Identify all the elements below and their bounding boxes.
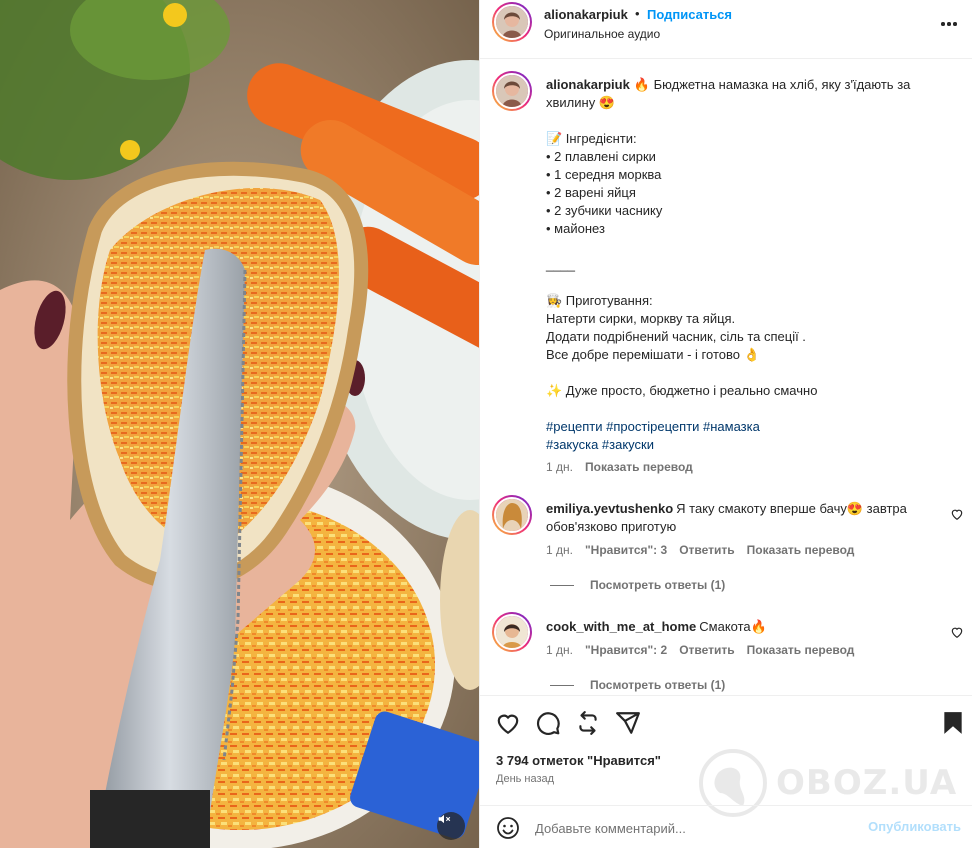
post-media[interactable] [0,0,479,848]
caption-line [546,364,958,382]
more-options-icon[interactable] [939,14,959,34]
view-replies-label: Посмотреть ответы (1) [590,578,726,592]
emoji-icon[interactable] [496,816,520,840]
commenter-photo [496,499,528,531]
repost-icon[interactable] [575,710,601,736]
post-caption: alionakarpiuk 🔥 Бюджетна намазка на хліб,… [546,76,958,454]
comment-body: cook_with_me_at_home Смакота🔥 [546,618,946,636]
comment-body: emiliya.yevtushenko Я таку смакоту вперше… [546,500,946,536]
caption-line: Натерти сирки, моркву та яйця. [546,311,736,326]
replies-dash [550,684,574,686]
speaker-muted-icon [438,814,451,824]
author-username[interactable]: alionakarpiuk [544,7,628,22]
caption-line: ____ [546,257,575,272]
caption-line: 📝 Інгредієнти: [546,131,637,146]
commenter-avatar[interactable] [492,495,532,535]
post-actions: 3 794 отметок "Нравится" День назад [480,695,972,805]
hashtags[interactable]: #закуска #закуски [546,436,958,454]
share-icon[interactable] [615,710,641,736]
author-photo [496,75,528,107]
caption-line: 👩‍🍳 Приготування: [546,293,653,308]
comment-text: Смакота🔥 [699,619,767,634]
caption-line: • 2 варені яйця [546,185,636,200]
view-replies-label: Посмотреть ответы (1) [590,678,726,692]
publish-button[interactable]: Опубликовать [868,819,961,834]
reply-button[interactable]: Ответить [679,543,734,557]
replies-dash [550,584,574,586]
caption-line [546,238,958,256]
caption-line: • 2 зубчики часнику [546,203,663,218]
follow-button[interactable]: Подписаться [647,7,732,22]
comment-time[interactable]: 1 дн. [546,643,573,657]
translate-button[interactable]: Показать перевод [747,543,855,557]
comment-meta: 1 дн. "Нравится": 3 Ответить Показать перев… [546,543,866,557]
translate-button[interactable]: Показать перевод [747,643,855,657]
caption-line: Все добре перемішати - і готово 👌 [546,347,760,362]
hashtags[interactable]: #рецепти #простірецепти #намазка [546,418,958,436]
caption-time[interactable]: 1 дн. [546,460,573,474]
comment-like-heart-icon[interactable] [950,625,964,639]
comment-icon[interactable] [535,710,561,736]
comment-likes[interactable]: "Нравится": 2 [585,643,667,657]
caption-line: ✨ Дуже просто, бюджетно і реально смачно [546,383,818,398]
comment-like-heart-icon[interactable] [950,507,964,521]
view-replies-button[interactable]: Посмотреть ответы (1) [550,678,725,692]
comment-time[interactable]: 1 дн. [546,543,573,557]
caption-line [546,274,958,292]
view-replies-button[interactable]: Посмотреть ответы (1) [550,578,725,592]
caption-meta: 1 дн. Показать перевод [546,460,705,474]
caption-line: • 1 середня морква [546,167,662,182]
caption-line: Додати подрібнений часник, сіль та спеці… [546,329,806,344]
post-side-panel: alionakarpiuk • Подписаться Оригинальное… [479,0,972,848]
separator-dot: • [635,6,640,21]
heart-icon[interactable] [495,710,521,736]
comment-meta: 1 дн. "Нравится": 2 Ответить Показать перев… [546,643,866,657]
comment-username[interactable]: emiliya.yevtushenko [546,501,673,516]
caption-line: • майонез [546,221,605,236]
author-avatar[interactable] [492,2,532,42]
caption-line [546,400,958,418]
caption-line [546,112,958,130]
comment-likes[interactable]: "Нравится": 3 [585,543,667,557]
caption-username[interactable]: alionakarpiuk [546,77,630,92]
author-photo [496,6,528,38]
commenter-avatar[interactable] [492,612,532,652]
post-date[interactable]: День назад [496,773,554,785]
comment-input[interactable] [535,818,855,838]
caption-author-avatar[interactable] [492,71,532,111]
mute-button[interactable] [437,812,465,840]
post-header: alionakarpiuk • Подписаться Оригинальное… [480,0,972,59]
food-photo [0,0,479,848]
bookmark-icon[interactable] [940,710,966,736]
add-comment-bar: Опубликовать [480,805,972,848]
reply-button[interactable]: Ответить [679,643,734,657]
caption-line: • 2 плавлені сирки [546,149,656,164]
comment-username[interactable]: cook_with_me_at_home [546,619,696,634]
audio-label[interactable]: Оригинальное аудио [544,27,660,41]
translate-button[interactable]: Показать перевод [585,460,693,474]
commenter-photo [496,616,528,648]
like-count[interactable]: 3 794 отметок "Нравится" [496,753,661,768]
